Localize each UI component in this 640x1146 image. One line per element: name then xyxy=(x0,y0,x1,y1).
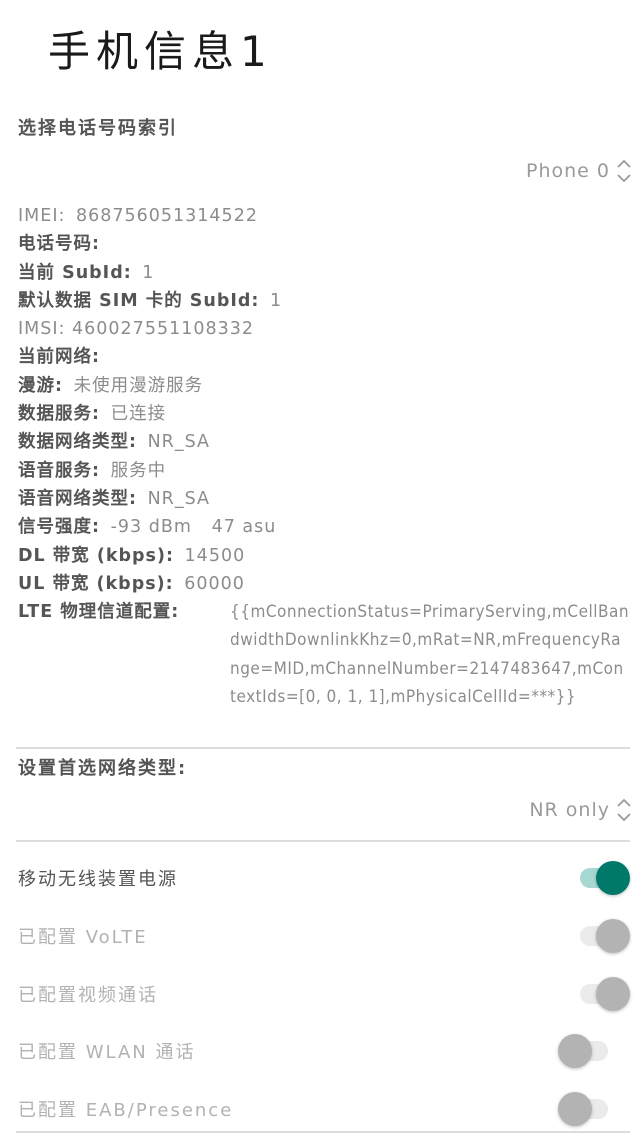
lte-physical-channel-label: LTE 物理信道配置: xyxy=(18,602,180,623)
dl-bandwidth-value: 14500 xyxy=(184,545,246,566)
switch-thumb xyxy=(596,977,630,1011)
lte-physical-channel-value: {{mConnectionStatus=PrimaryServing,mCell… xyxy=(230,602,630,708)
divider xyxy=(16,840,630,842)
phone-index-label: 选择电话号码索引 xyxy=(18,118,178,139)
spinner-updown-icon xyxy=(616,158,632,184)
ul-bandwidth-value: 60000 xyxy=(184,573,245,594)
phone-info-list: IMEI: 868756051314522 电话号码: 当前 SubId: 1 … xyxy=(18,202,630,711)
roaming-row: 漫游: 未使用漫游服务 xyxy=(18,372,630,400)
page-title: 手机信息1 xyxy=(48,27,273,76)
phone-number-label: 电话号码: xyxy=(18,234,100,255)
data-network-type-value: NR_SA xyxy=(147,432,210,453)
toggle-row-radio-power: 移动无线装置电源 xyxy=(18,858,630,898)
imsi-value: 460027551108332 xyxy=(72,319,255,340)
ul-bandwidth-row: UL 带宽 (kbps): 60000 xyxy=(18,570,630,598)
data-network-type-label: 数据网络类型: xyxy=(18,432,137,453)
signal-strength-label: 信号强度: xyxy=(18,517,100,538)
imsi-label: IMSI: xyxy=(18,319,66,340)
imei-row: IMEI: 868756051314522 xyxy=(18,202,630,230)
voice-network-type-value: NR_SA xyxy=(147,488,210,509)
radio-power-label: 移动无线装置电源 xyxy=(18,869,178,890)
data-service-value: 已连接 xyxy=(110,404,167,425)
switch-thumb xyxy=(596,861,630,895)
toggle-row-video-call: 已配置视频通话 xyxy=(18,974,630,1014)
dl-bandwidth-label: DL 带宽 (kbps): xyxy=(18,545,174,566)
radio-power-switch[interactable] xyxy=(574,860,630,896)
data-network-type-row: 数据网络类型: NR_SA xyxy=(18,428,630,456)
imsi-row: IMSI: 460027551108332 xyxy=(18,315,630,343)
phone-index-selected: Phone 0 xyxy=(526,160,610,182)
default-data-subid-value: 1 xyxy=(270,290,283,311)
current-network-row: 当前网络: xyxy=(18,343,630,371)
voice-service-row: 语音服务: 服务中 xyxy=(18,457,630,485)
voice-service-value: 服务中 xyxy=(110,460,167,481)
video-call-label: 已配置视频通话 xyxy=(18,985,158,1006)
video-call-switch[interactable] xyxy=(574,976,630,1012)
roaming-value: 未使用漫游服务 xyxy=(73,375,204,396)
signal-strength-value: -93 dBm 47 asu xyxy=(110,517,277,538)
signal-strength-row: 信号强度: -93 dBm 47 asu xyxy=(18,513,630,541)
dl-bandwidth-row: DL 带宽 (kbps): 14500 xyxy=(18,542,630,570)
eab-presence-switch[interactable] xyxy=(558,1091,614,1127)
current-subid-label: 当前 SubId: xyxy=(18,262,132,283)
preferred-network-selected: NR only xyxy=(529,799,610,821)
data-service-label: 数据服务: xyxy=(18,404,100,425)
ul-bandwidth-label: UL 带宽 (kbps): xyxy=(18,573,174,594)
default-data-subid-label: 默认数据 SIM 卡的 SubId: xyxy=(18,290,260,311)
divider xyxy=(16,1131,630,1133)
switch-thumb xyxy=(596,919,630,953)
phone-index-spinner[interactable]: Phone 0 xyxy=(526,158,632,184)
preferred-network-label: 设置首选网络类型: xyxy=(18,758,188,779)
voice-network-type-row: 语音网络类型: NR_SA xyxy=(18,485,630,513)
imei-value: 868756051314522 xyxy=(75,206,258,226)
toggle-row-wlan-call: 已配置 WLAN 通话 xyxy=(18,1031,630,1071)
preferred-network-spinner[interactable]: NR only xyxy=(529,797,632,823)
volte-switch[interactable] xyxy=(574,918,630,954)
switch-thumb xyxy=(558,1092,592,1126)
voice-network-type-label: 语音网络类型: xyxy=(18,488,137,509)
voice-service-label: 语音服务: xyxy=(18,460,100,481)
default-data-subid-row: 默认数据 SIM 卡的 SubId: 1 xyxy=(18,287,630,315)
current-subid-value: 1 xyxy=(142,262,155,283)
wlan-call-switch[interactable] xyxy=(558,1033,614,1069)
spinner-updown-icon xyxy=(616,797,632,823)
toggle-row-volte: 已配置 VoLTE xyxy=(18,916,630,956)
lte-physical-channel-row: LTE 物理信道配置: {{mConnectionStatus=PrimaryS… xyxy=(18,598,630,711)
volte-label: 已配置 VoLTE xyxy=(18,927,148,948)
eab-presence-label: 已配置 EAB/Presence xyxy=(18,1100,234,1121)
wlan-call-label: 已配置 WLAN 通话 xyxy=(18,1042,196,1063)
current-subid-row: 当前 SubId: 1 xyxy=(18,259,630,287)
data-service-row: 数据服务: 已连接 xyxy=(18,400,630,428)
phone-number-row: 电话号码: xyxy=(18,230,630,258)
roaming-label: 漫游: xyxy=(18,375,63,396)
current-network-label: 当前网络: xyxy=(18,347,100,368)
imei-label: IMEI: xyxy=(18,206,66,226)
divider xyxy=(16,747,630,749)
toggle-row-eab-presence: 已配置 EAB/Presence xyxy=(18,1089,630,1129)
switch-thumb xyxy=(558,1034,592,1068)
